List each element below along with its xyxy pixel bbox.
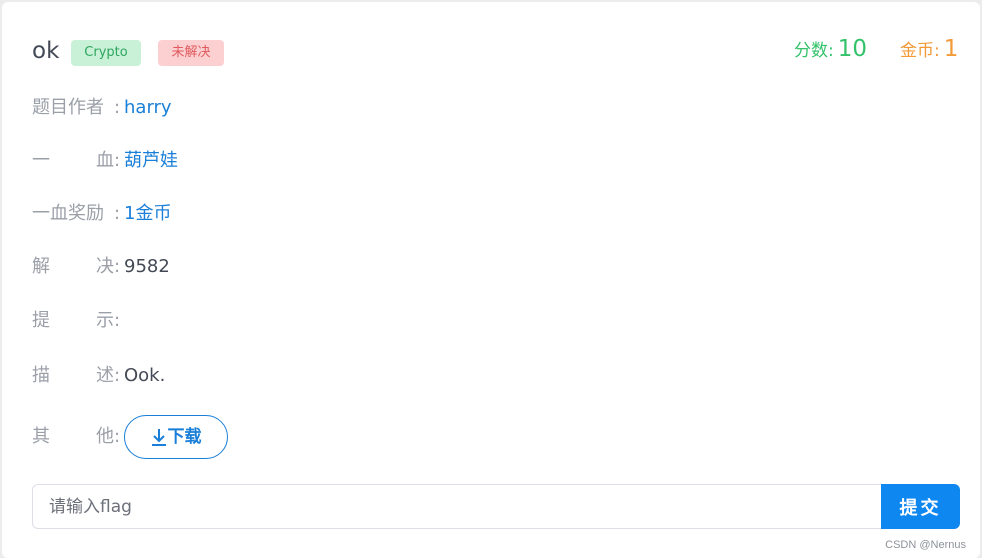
colon: : <box>114 310 121 331</box>
challenge-card: ok Crypto 未解决 分数: 10 金币: 1 题目作者 : harry … <box>2 2 980 558</box>
score-label: 分数: <box>794 41 834 61</box>
author-link[interactable]: harry <box>124 93 172 123</box>
watermark: CSDN @Nernus <box>885 539 966 551</box>
label-char: 决 <box>96 256 114 277</box>
download-arrow-icon <box>151 429 166 446</box>
coins-display: 金币: 1 <box>900 36 958 66</box>
other-label: 其 他 <box>32 422 114 452</box>
score-value: 10 <box>837 36 868 62</box>
author-label: 题目作者 <box>32 97 104 118</box>
first-blood-label: 一 血 <box>32 146 114 176</box>
colon: : <box>114 97 121 118</box>
hint-label: 提 示 <box>32 306 114 336</box>
colon: : <box>114 256 121 277</box>
description-label: 描 述 <box>32 361 114 391</box>
label-char: 血 <box>96 150 114 171</box>
score-display: 分数: 10 <box>794 36 867 66</box>
download-button[interactable]: 下载 <box>124 415 228 459</box>
download-label: 下载 <box>167 427 202 447</box>
colon: : <box>114 365 121 386</box>
label-char: 解 <box>32 256 50 277</box>
flag-input[interactable] <box>32 484 881 529</box>
solves-label: 解 决 <box>32 252 114 282</box>
colon: : <box>114 150 121 171</box>
label-char: 描 <box>32 365 50 386</box>
coins-value: 1 <box>943 36 959 62</box>
first-blood-reward-label: 一血奖励 <box>32 203 104 224</box>
status-tag: 未解决 <box>158 40 224 66</box>
colon: : <box>114 203 121 224</box>
flag-form: 提交 <box>32 484 960 529</box>
label-char: 一 <box>32 150 50 171</box>
label-char: 提 <box>32 310 50 331</box>
challenge-title: ok <box>32 38 60 64</box>
first-blood-reward-value: 1金币 <box>124 203 172 224</box>
submit-flag-button[interactable]: 提交 <box>881 484 960 529</box>
coins-label: 金币: <box>900 41 940 61</box>
label-char: 其 <box>32 426 50 447</box>
description-text: Ook. <box>124 365 166 386</box>
label-char: 示 <box>96 310 114 331</box>
first-blood-user-link[interactable]: 葫芦娃 <box>124 146 178 176</box>
category-tag: Crypto <box>71 40 141 66</box>
colon: : <box>114 426 121 447</box>
solves-count: 9582 <box>124 256 170 277</box>
label-char: 述 <box>96 365 114 386</box>
label-char: 他 <box>96 426 114 447</box>
